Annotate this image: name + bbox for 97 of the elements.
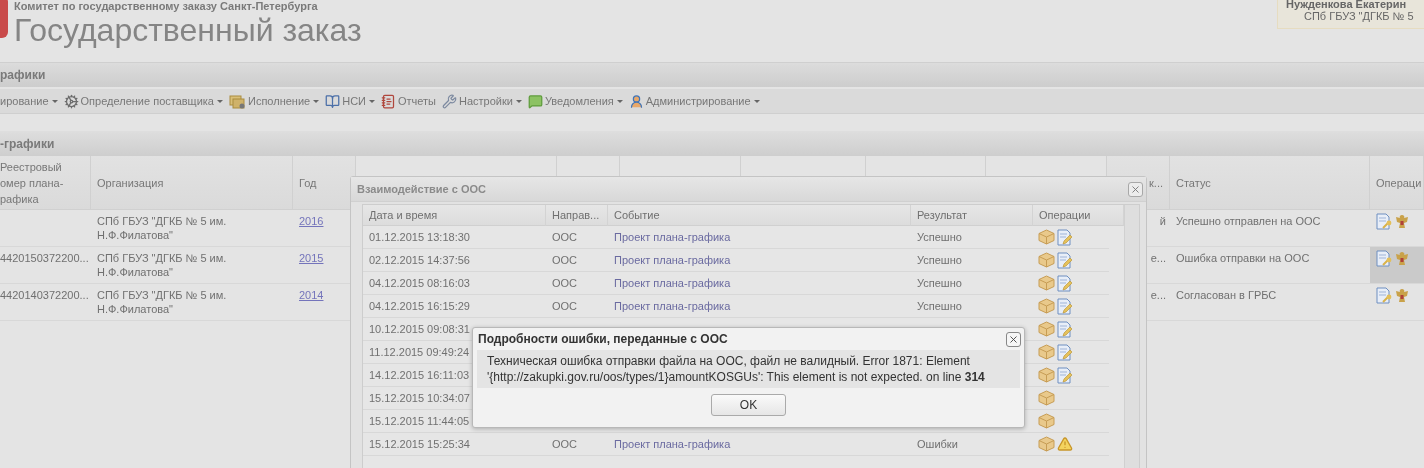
document-key-icon <box>1376 213 1392 230</box>
gears-icon <box>63 93 79 109</box>
message-icon <box>527 93 543 109</box>
logo-icon <box>0 0 8 38</box>
user-icon <box>628 93 644 109</box>
document-edit-icon <box>1057 320 1073 338</box>
column-header: Статус <box>1170 156 1370 210</box>
direction-cell: ООС <box>552 438 578 450</box>
table-cell: е... <box>1150 289 1166 301</box>
menu-item[interactable]: Исполнение <box>229 93 320 109</box>
close-icon <box>1130 183 1141 195</box>
table-cell: 4420140372200... <box>0 284 91 321</box>
column-header: Год <box>293 156 356 210</box>
package-icon <box>1038 436 1055 452</box>
result-cell: Успешно <box>917 231 962 243</box>
year-link[interactable]: 2014 <box>299 289 324 301</box>
result-cell: Ошибки <box>917 438 958 450</box>
direction-cell: ООС <box>552 277 578 289</box>
menu-item[interactable]: Настройки <box>442 93 522 109</box>
section-title: рафики <box>0 68 46 82</box>
user-organization: СПб ГБУЗ "ДГКБ № 5 <box>1304 10 1414 22</box>
package-icon <box>1038 390 1055 406</box>
menu-item[interactable]: Определение поставщика <box>63 93 223 109</box>
column-header: Событие <box>608 205 911 226</box>
panel-title: -графики <box>0 136 55 151</box>
close-icon <box>1008 333 1019 345</box>
column-header: Реестровый омер плана- рафика <box>0 156 91 210</box>
wrench-icon <box>442 93 457 109</box>
document-edit-icon <box>1057 343 1073 361</box>
menu-item[interactable]: ирование <box>0 95 58 107</box>
package-icon <box>1038 298 1055 314</box>
column-header: Операции <box>1033 205 1124 226</box>
book-icon <box>325 93 341 109</box>
column-header: Дата и время <box>363 205 546 226</box>
documents-icon <box>229 93 246 109</box>
document-key-icon <box>1376 287 1392 304</box>
status-cell: Согласован в ГРБС <box>1170 284 1370 321</box>
result-cell: Успешно <box>917 277 962 289</box>
package-icon <box>1038 229 1055 245</box>
column-header: Операци <box>1370 156 1424 210</box>
warning-icon <box>1057 436 1073 452</box>
menu-item[interactable]: Отчеты <box>381 93 436 109</box>
close-button[interactable] <box>1128 181 1143 197</box>
result-cell: Успешно <box>917 300 962 312</box>
column-header: Результат <box>911 205 1033 226</box>
column-header: Направ... <box>546 205 608 226</box>
status-cell: Успешно отправлен на ООС <box>1170 210 1370 247</box>
notebook-icon <box>381 93 396 109</box>
site-title: Государственный заказ <box>14 12 362 48</box>
event-link[interactable]: Проект плана-графика <box>614 254 731 266</box>
dialog-title: Взаимодействие с ООС <box>357 183 486 195</box>
document-edit-icon <box>1057 274 1073 292</box>
date-cell: 04.12.2015 16:15:29 <box>363 295 546 318</box>
document-edit-icon <box>1057 366 1073 384</box>
table-cell: е... <box>1150 252 1166 264</box>
emblem-icon <box>1394 287 1410 304</box>
package-icon <box>1038 252 1055 268</box>
package-icon <box>1038 321 1055 337</box>
column-header: Организация <box>91 156 293 210</box>
table-cell: 4420150372200... <box>0 247 91 284</box>
error-message: Техническая ошибка отправки файла на ООС, файл не валидный. Error 1871: Element '{http://zakupki.gov.ru/oos/types/1}amountKOSGUs': This element is not expected. on line 314 <box>477 350 1020 388</box>
date-cell: 02.12.2015 14:37:56 <box>363 249 546 272</box>
document-edit-icon <box>1057 297 1073 315</box>
package-icon <box>1038 413 1055 429</box>
package-icon <box>1038 275 1055 291</box>
document-edit-icon <box>1057 251 1073 269</box>
event-link[interactable]: Проект плана-графика <box>614 231 731 243</box>
scrollbar[interactable] <box>1124 205 1139 468</box>
year-link[interactable]: 2016 <box>299 215 324 227</box>
package-icon <box>1038 344 1055 360</box>
event-link[interactable]: Проект плана-графика <box>614 438 731 450</box>
user-name: Нужденкова Екатерин <box>1286 0 1407 10</box>
document-key-icon <box>1376 250 1392 267</box>
close-button[interactable] <box>1006 331 1021 347</box>
direction-cell: ООС <box>552 300 578 312</box>
table-cell: СПб ГБУЗ "ДГКБ № 5 им. Н.Ф.Филатова" <box>91 284 293 321</box>
menu-item[interactable]: Администрирование <box>628 93 760 109</box>
menu-item[interactable]: НСИ <box>325 93 375 109</box>
year-link[interactable]: 2015 <box>299 252 324 264</box>
table-cell: СПб ГБУЗ "ДГКБ № 5 им. Н.Ф.Филатова" <box>91 247 293 284</box>
date-cell: 01.12.2015 13:18:30 <box>363 226 546 249</box>
ok-button[interactable]: OK <box>711 394 786 416</box>
table-cell: й <box>1159 215 1166 227</box>
event-link[interactable]: Проект плана-графика <box>614 277 731 289</box>
document-edit-icon <box>1057 228 1073 246</box>
organization-subtitle: Комитет по государственному заказу Санкт-Петербурга <box>14 0 319 12</box>
emblem-icon <box>1394 213 1410 230</box>
emblem-icon <box>1394 250 1410 267</box>
date-cell: 15.12.2015 15:25:34 <box>363 433 546 456</box>
event-link[interactable]: Проект плана-графика <box>614 300 731 312</box>
package-icon <box>1038 367 1055 383</box>
direction-cell: ООС <box>552 254 578 266</box>
direction-cell: ООС <box>552 231 578 243</box>
date-cell: 04.12.2015 08:16:03 <box>363 272 546 295</box>
table-cell: СПб ГБУЗ "ДГКБ № 5 им. Н.Ф.Филатова" <box>91 210 293 247</box>
result-cell: Успешно <box>917 254 962 266</box>
menu-item[interactable]: Уведомления <box>527 93 623 109</box>
